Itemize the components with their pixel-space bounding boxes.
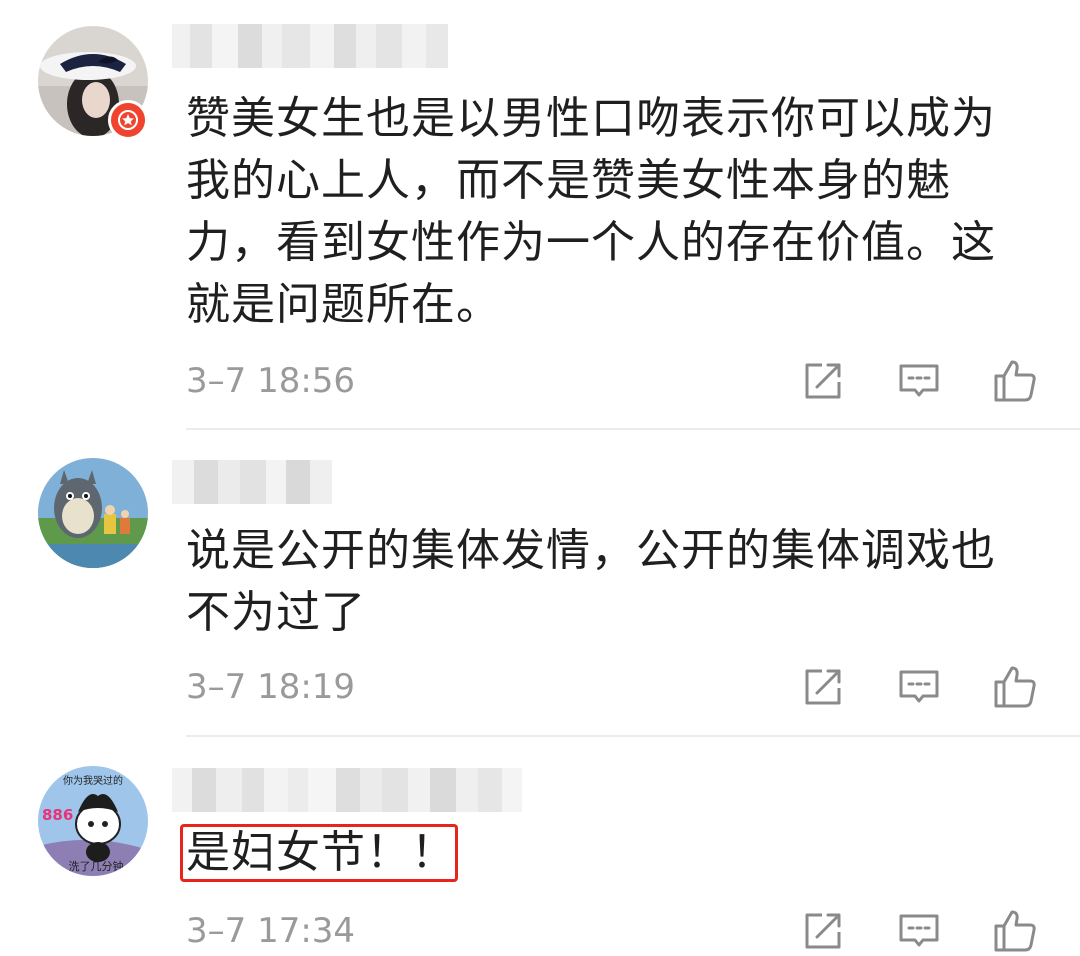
reply-icon[interactable] [896, 908, 942, 954]
comment-item: 你为我哭过的 886 洗了几分钟 是妇女节！！ 3–7 17:34 [0, 0, 1080, 955]
avatar-text-number: 886 [42, 806, 73, 824]
avatar-text-bottom: 洗了几分钟 [69, 859, 124, 873]
highlight-box [180, 824, 458, 882]
timestamp: 3–7 17:34 [186, 911, 356, 951]
username-blurred[interactable] [172, 768, 522, 812]
avatar[interactable]: 你为我哭过的 886 洗了几分钟 [38, 766, 148, 876]
avatar-text-top: 你为我哭过的 [63, 774, 123, 787]
like-icon[interactable] [992, 908, 1038, 954]
share-icon[interactable] [800, 908, 846, 954]
comment-meta: 3–7 17:34 [186, 906, 1046, 956]
